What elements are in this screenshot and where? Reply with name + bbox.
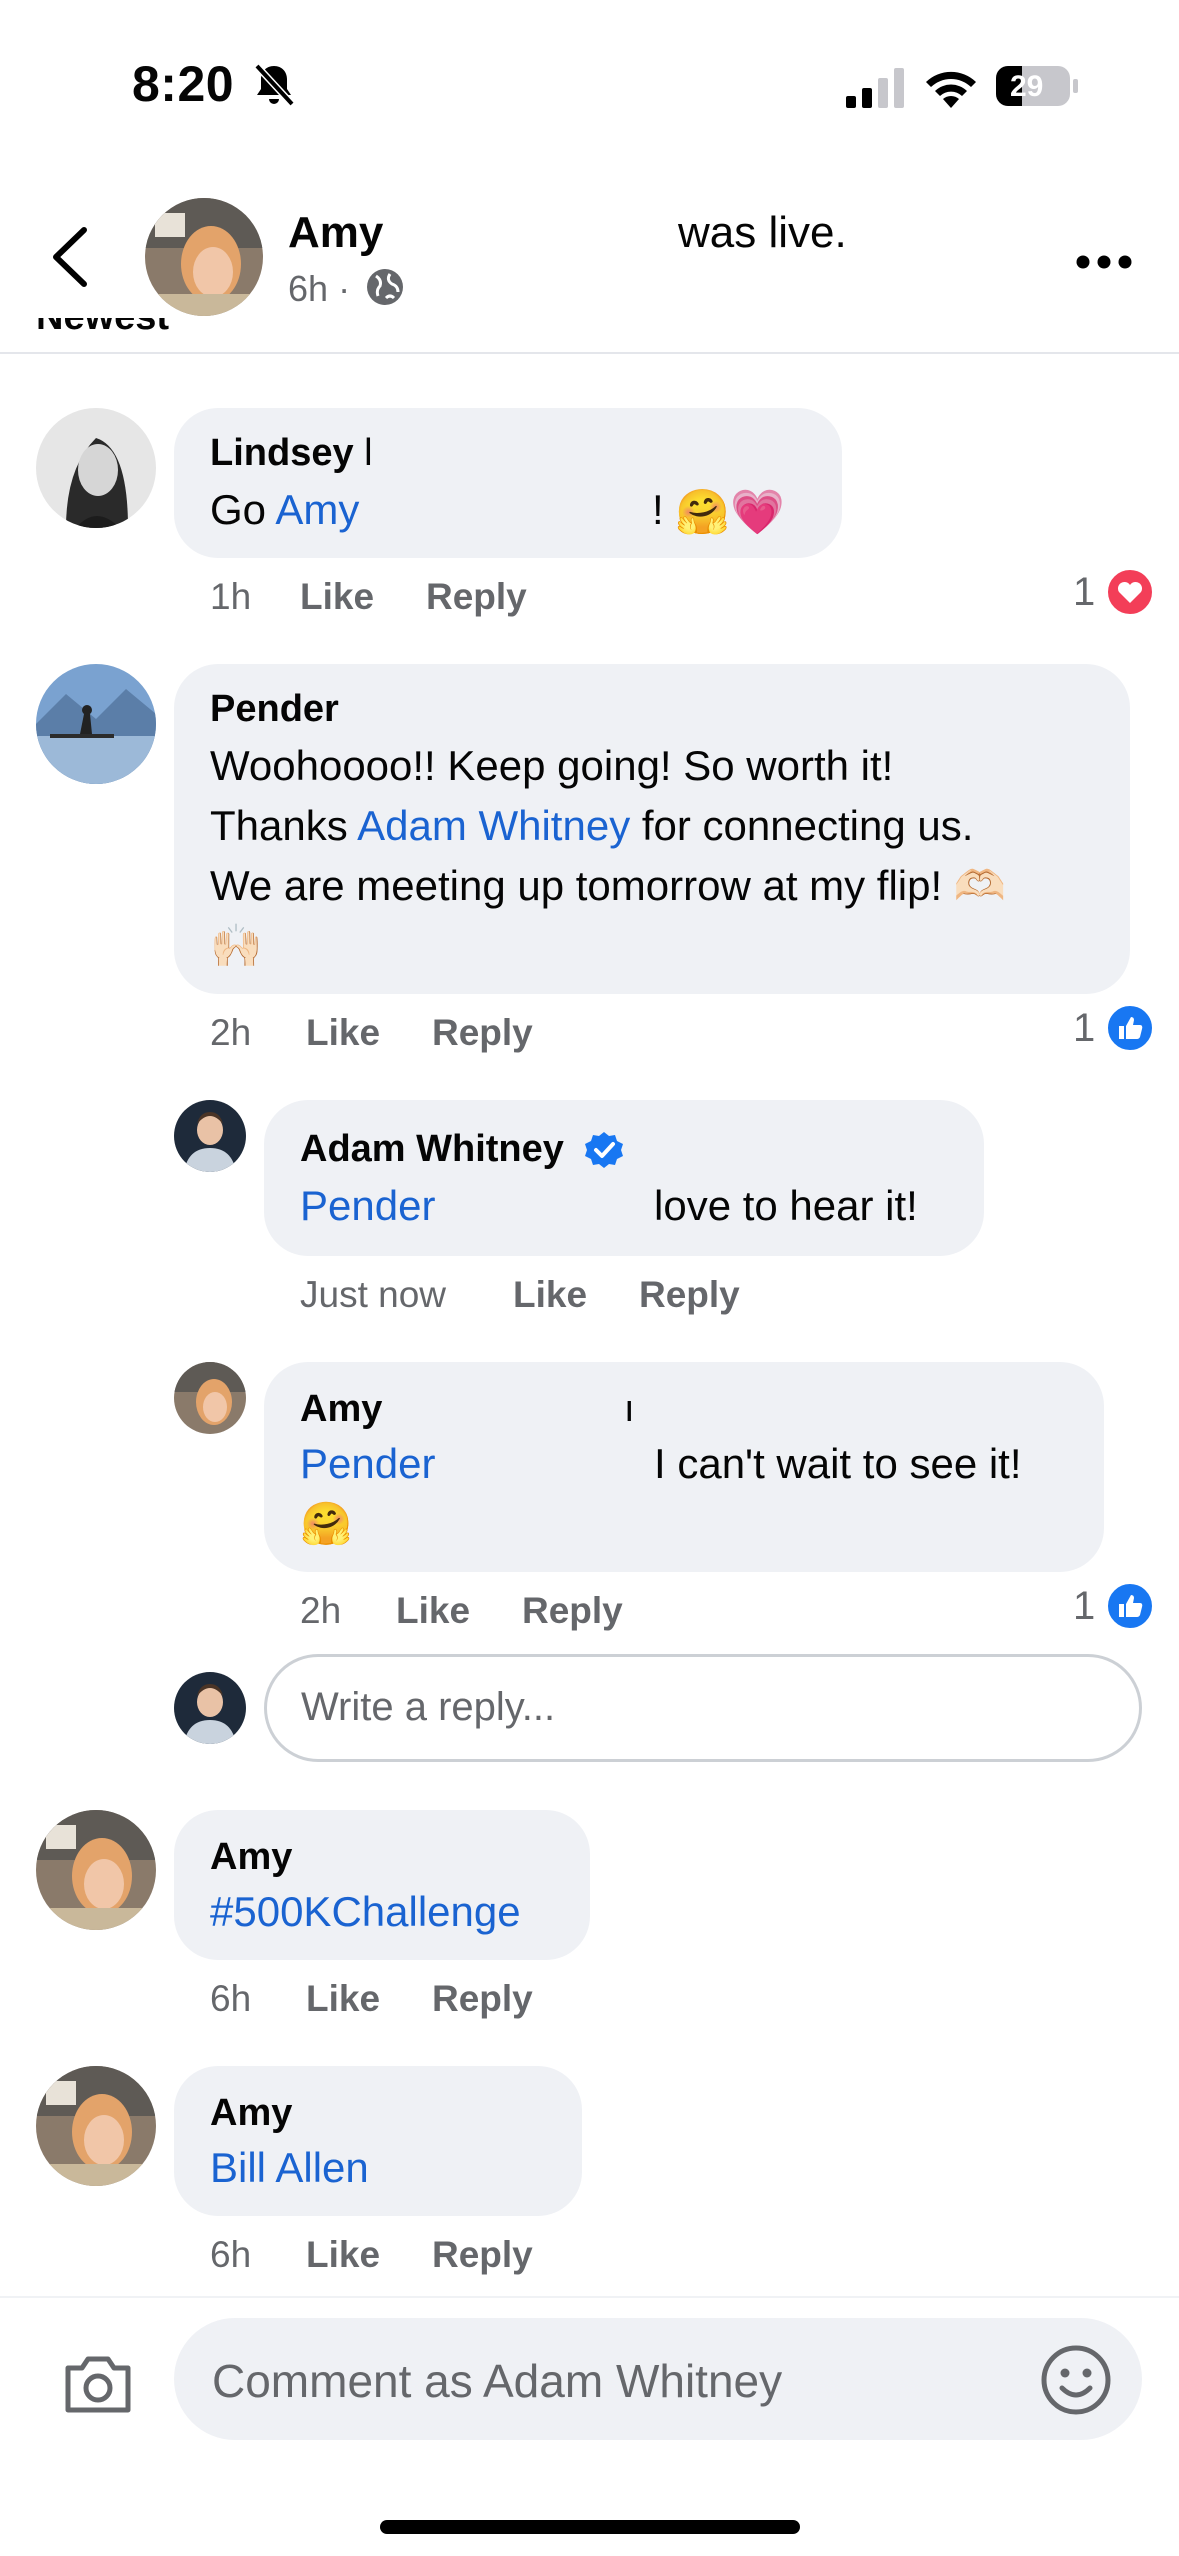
like-button[interactable]: Like <box>513 1274 587 1316</box>
reaction-count[interactable]: 1 <box>1073 570 1095 615</box>
globe-icon <box>367 269 403 305</box>
like-reaction-icon[interactable] <box>1106 1004 1154 1052</box>
battery-level: 29 <box>1010 70 1044 103</box>
reaction-count[interactable]: 1 <box>1073 1584 1095 1629</box>
status-bar: 8:20 29 <box>0 0 1179 170</box>
verified-badge-icon <box>585 1132 623 1168</box>
back-icon[interactable] <box>46 222 96 292</box>
camera-icon[interactable] <box>62 2352 134 2416</box>
post-header: Amy was live. 6h · <box>0 170 1179 354</box>
comment-composer: Comment as Adam Whitney <box>0 2296 1179 2556</box>
reply-time: Just now <box>300 1274 447 1315</box>
commenter-name[interactable]: Lindsey l <box>210 432 373 475</box>
reply-button[interactable]: Reply <box>432 1012 533 1054</box>
hashtag-link[interactable]: #500KChallenge <box>210 1882 521 1942</box>
reply-author-name[interactable]: Adam Whitney <box>300 1128 564 1171</box>
comment-line: 🙌🏻 <box>210 922 263 969</box>
reply-button[interactable]: Reply <box>639 1274 740 1316</box>
commenter-avatar[interactable] <box>36 664 156 784</box>
reply-time: 2h <box>300 1590 342 1631</box>
reply-author-name[interactable]: Amy <box>300 1388 382 1431</box>
comment-time: 6h <box>210 2234 252 2275</box>
comment-time: 2h <box>210 1012 252 1053</box>
commenter-name[interactable]: Pender <box>210 688 339 731</box>
comment-time: 1h <box>210 576 252 617</box>
reply-avatar[interactable] <box>174 1100 246 1172</box>
mention-link[interactable]: Amy <box>275 486 359 533</box>
commenter-avatar[interactable] <box>36 408 156 528</box>
mention-link[interactable]: Bill Allen <box>210 2138 369 2198</box>
more-options-icon[interactable] <box>1075 252 1133 272</box>
reaction-count[interactable]: 1 <box>1073 1006 1095 1051</box>
reply-avatar[interactable] <box>174 1362 246 1434</box>
like-button[interactable]: Like <box>306 1978 380 2020</box>
commenter-name[interactable]: Amy <box>210 2092 292 2135</box>
like-button[interactable]: Like <box>306 1012 380 1054</box>
reply-text: love to hear it! <box>654 1182 918 1229</box>
sort-heading[interactable]: Newest <box>36 318 169 358</box>
like-button[interactable]: Like <box>306 2234 380 2276</box>
author-avatar[interactable] <box>145 198 263 316</box>
reply-button[interactable]: Reply <box>432 2234 533 2276</box>
reply-button[interactable]: Reply <box>522 1590 623 1632</box>
commenter-avatar[interactable] <box>36 2066 156 2186</box>
reply-author-name-trail: ı <box>624 1388 635 1430</box>
like-reaction-icon[interactable] <box>1106 1582 1154 1630</box>
home-indicator[interactable] <box>380 2520 800 2534</box>
mention-link[interactable]: Pender <box>300 1176 435 1236</box>
status-time: 8:20 <box>132 56 235 112</box>
reply-input-placeholder: Write a reply... <box>301 1685 556 1729</box>
bell-off-icon <box>254 63 295 107</box>
wifi-icon <box>926 71 976 108</box>
like-button[interactable]: Like <box>396 1590 470 1632</box>
like-button[interactable]: Like <box>300 576 374 618</box>
current-user-avatar <box>174 1672 246 1744</box>
post-action: was live. <box>678 208 847 257</box>
heart-reaction-icon[interactable] <box>1106 568 1154 616</box>
comment-input[interactable]: Comment as Adam Whitney <box>174 2318 1142 2440</box>
mention-link[interactable]: Adam Whitney <box>357 802 630 849</box>
reply-emoji: 🤗 <box>300 1500 353 1547</box>
reply-input[interactable]: Write a reply... <box>264 1654 1142 1762</box>
author-name[interactable]: Amy <box>288 208 383 258</box>
emoji-icon[interactable] <box>1040 2344 1112 2416</box>
comment-text: Go Amy <box>210 486 360 533</box>
reply-button[interactable]: Reply <box>432 1978 533 2020</box>
comment-time: 6h <box>210 1978 252 2019</box>
comment-input-placeholder: Comment as Adam Whitney <box>212 2355 783 2407</box>
reply-text: I can't wait to see it! <box>654 1440 1022 1487</box>
post-time: 6h · <box>288 268 351 309</box>
comment-line: Woohoooo!! Keep going! So worth it! <box>210 742 894 789</box>
commenter-name[interactable]: Amy <box>210 1836 292 1879</box>
reply-button[interactable]: Reply <box>426 576 527 618</box>
comment-line: We are meeting up tomorrow at my flip! 🫶… <box>210 862 1007 909</box>
signal-icon <box>846 68 904 108</box>
mention-link[interactable]: Pender <box>300 1434 435 1494</box>
comment-text-end: ! 🤗💗 <box>652 486 785 537</box>
battery-icon: 29 <box>996 66 1080 106</box>
comment-line: Thanks Adam Whitney for connecting us. <box>210 802 974 849</box>
commenter-avatar[interactable] <box>36 1810 156 1930</box>
